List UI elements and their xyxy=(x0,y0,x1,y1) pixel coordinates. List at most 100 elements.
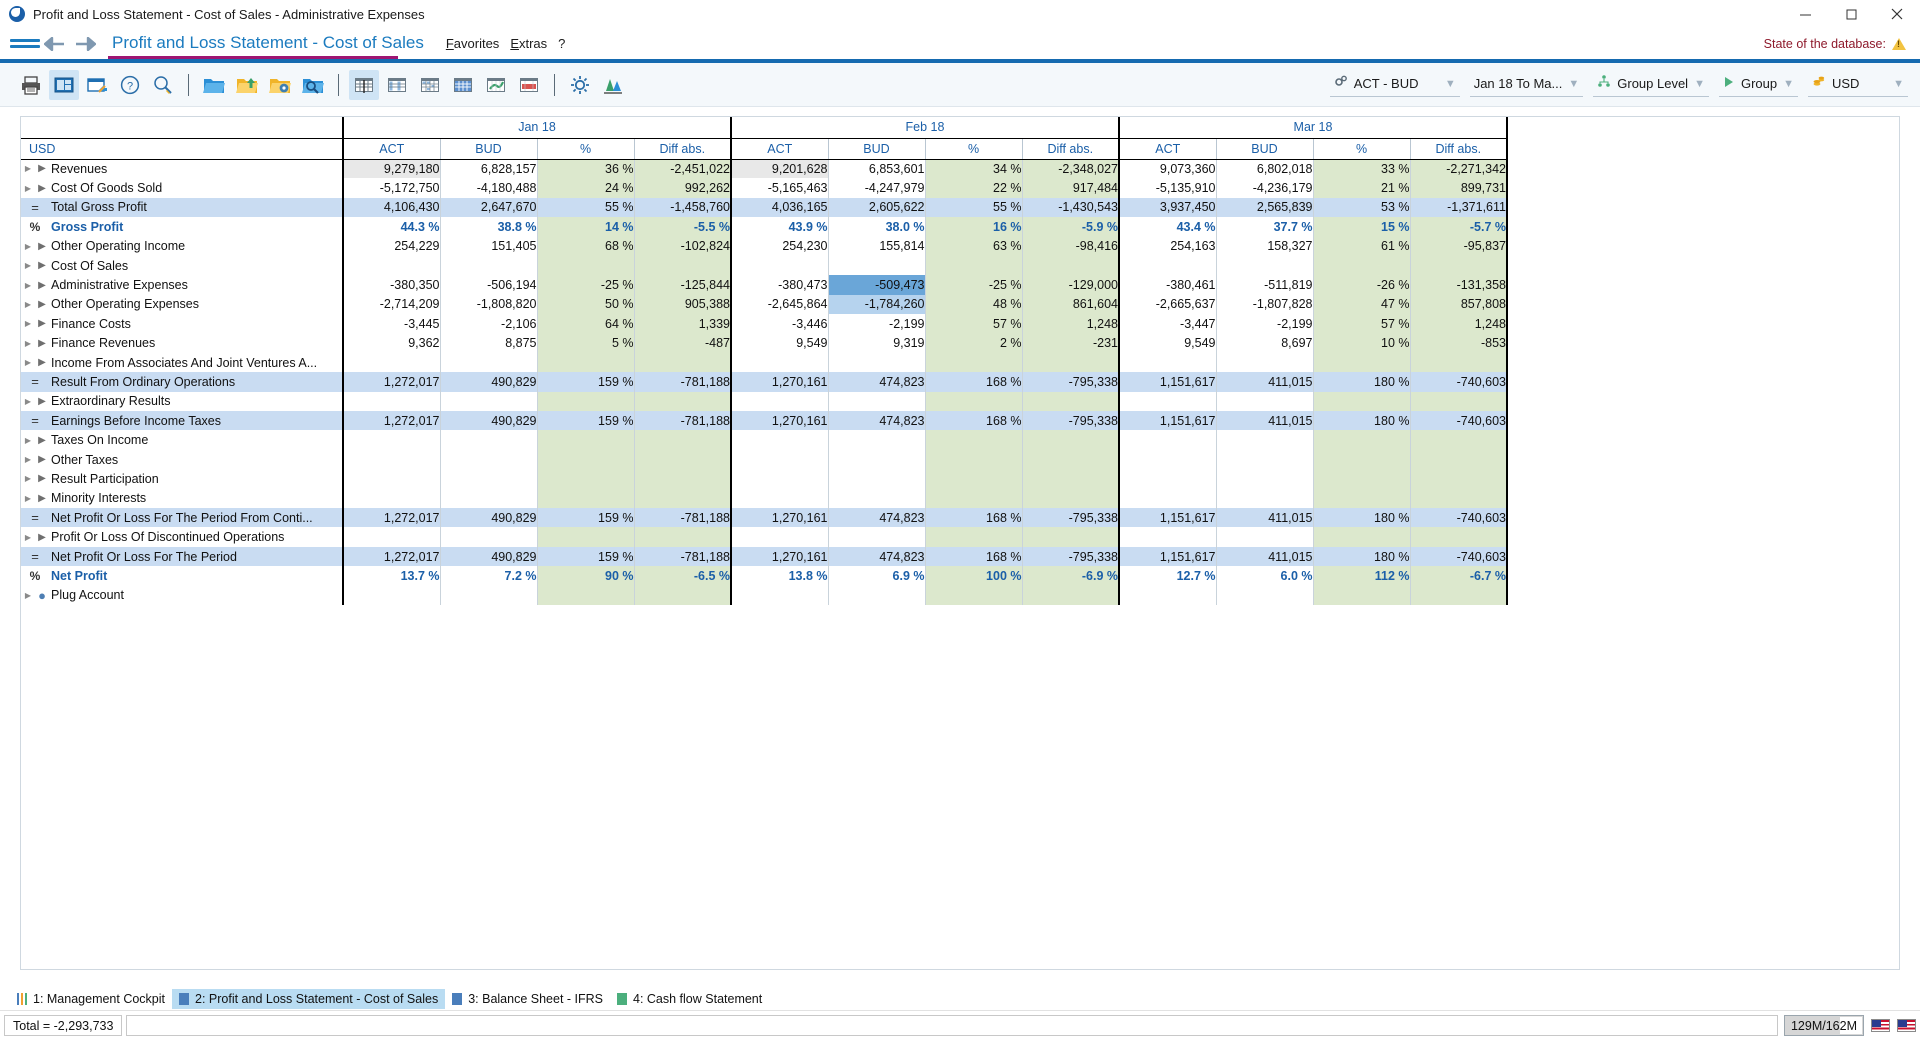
grid-cell[interactable]: 168 % xyxy=(924,546,1022,567)
grid-measure-header[interactable]: % xyxy=(1312,137,1410,160)
grid-cell[interactable]: 899,731 xyxy=(1409,178,1508,198)
expand-small-icon[interactable]: ▶ xyxy=(21,339,35,348)
help-icon[interactable]: ? xyxy=(115,70,145,100)
row-label-cell[interactable]: ▶ ▶ Income From Associates And Joint Ventu… xyxy=(21,352,344,373)
row-label-cell[interactable]: ▶ ▶ Administrative Expenses xyxy=(21,275,344,295)
grid-cell[interactable] xyxy=(1409,585,1508,605)
grid-cell[interactable] xyxy=(439,527,537,547)
grid-cell[interactable]: 38.0 % xyxy=(827,217,925,237)
grid-cell[interactable]: -781,188 xyxy=(633,372,731,392)
grid-cell[interactable] xyxy=(1118,488,1216,509)
grid-cell[interactable] xyxy=(1118,527,1216,547)
grid-measure-header[interactable]: BUD xyxy=(439,137,537,160)
row-label-cell[interactable]: ▶ ▶ Other Operating Income xyxy=(21,236,344,256)
grid-cell[interactable] xyxy=(1118,449,1216,470)
grid-cell[interactable] xyxy=(730,255,828,276)
grid-cell[interactable] xyxy=(1215,585,1313,605)
grid-cell[interactable] xyxy=(536,255,634,276)
maximize-button[interactable] xyxy=(1828,0,1874,28)
table-row[interactable]: % Net Profit 13.7 % 7.2 % 90 % -6.5 % 13.8 % 6.… xyxy=(21,566,1508,586)
grid-measure-header[interactable]: ACT xyxy=(342,137,440,160)
expand-small-icon[interactable]: ▶ xyxy=(21,184,35,193)
grid-cell[interactable]: -740,603 xyxy=(1409,546,1508,567)
row-label-cell[interactable]: = Net Profit Or Loss For The Period From … xyxy=(21,508,344,528)
grid-cell[interactable] xyxy=(342,255,440,276)
grid-cell[interactable]: 7.2 % xyxy=(439,566,537,586)
export-icon[interactable] xyxy=(82,70,112,100)
grid-cell[interactable]: 490,829 xyxy=(439,508,537,528)
grid-cell[interactable] xyxy=(1312,255,1410,276)
grid-cell[interactable]: 1,339 xyxy=(633,314,731,334)
grid-cell[interactable] xyxy=(827,352,925,373)
row-label-cell[interactable]: ▶ ▶ Finance Costs xyxy=(21,314,344,334)
grid-cell[interactable] xyxy=(1021,255,1119,276)
grid-cell[interactable]: -131,358 xyxy=(1409,275,1508,295)
grid-cell[interactable] xyxy=(1312,352,1410,373)
grid-measure-header[interactable]: BUD xyxy=(1215,137,1313,160)
grid-cell[interactable]: 1,151,617 xyxy=(1118,546,1216,567)
grid-cell[interactable] xyxy=(1021,488,1119,509)
grid-cell[interactable]: 861,604 xyxy=(1021,294,1119,315)
grid-cell[interactable] xyxy=(1312,391,1410,412)
grid-cell[interactable]: 14 % xyxy=(536,217,634,237)
print-icon[interactable] xyxy=(16,70,46,100)
grid-cell[interactable] xyxy=(1215,391,1313,412)
grid-cell[interactable] xyxy=(1021,469,1119,489)
grid-cell[interactable]: -380,473 xyxy=(730,275,828,295)
grid-cell[interactable]: 64 % xyxy=(536,314,634,334)
row-label-cell[interactable]: % Net Profit xyxy=(21,566,344,586)
grid-cell[interactable]: -853 xyxy=(1409,333,1508,353)
grid-cell[interactable]: -26 % xyxy=(1312,275,1410,295)
grid-cell[interactable]: 1,270,161 xyxy=(730,411,828,431)
row-label-cell[interactable]: ▶ ▶ Revenues xyxy=(21,159,344,179)
grid-cell[interactable]: 411,015 xyxy=(1215,411,1313,431)
grid-cell[interactable] xyxy=(439,352,537,373)
grid-cell[interactable]: 474,823 xyxy=(827,372,925,392)
grid-cell[interactable] xyxy=(1409,430,1508,450)
grid-cell[interactable] xyxy=(1021,391,1119,412)
grid-cell[interactable] xyxy=(1312,469,1410,489)
grid-cell[interactable]: -3,445 xyxy=(342,314,440,334)
grid-cell[interactable] xyxy=(536,488,634,509)
expand-small-icon[interactable]: ▶ xyxy=(21,261,35,270)
expand-icon[interactable]: ▶ xyxy=(35,532,49,543)
expand-icon[interactable]: ▶ xyxy=(35,396,49,407)
grid-cell[interactable]: -4,236,179 xyxy=(1215,178,1313,198)
grid-cell[interactable]: 6.0 % xyxy=(1215,566,1313,586)
grid-cell[interactable]: 13.8 % xyxy=(730,566,828,586)
grid-cell[interactable] xyxy=(1021,585,1119,605)
grid-cell[interactable] xyxy=(730,430,828,450)
grid-cell[interactable]: 159 % xyxy=(536,546,634,567)
grid-cell[interactable]: -1,430,543 xyxy=(1021,197,1119,218)
grid-cell[interactable]: -1,458,760 xyxy=(633,197,731,218)
grid-cell[interactable]: 22 % xyxy=(924,178,1022,198)
grid-cell[interactable] xyxy=(1215,527,1313,547)
row-label-cell[interactable]: = Result From Ordinary Operations xyxy=(21,372,344,392)
table-row[interactable]: ▶ ▶ Finance Costs -3,445 -2,106 64 % 1,339 -3,4… xyxy=(21,314,1508,334)
table-row[interactable]: ▶ ▶ Administrative Expenses -380,350 -506,19… xyxy=(21,275,1508,295)
grid-measure-header[interactable]: ACT xyxy=(1118,137,1216,160)
grid-cell[interactable]: -2,451,022 xyxy=(633,159,731,179)
grid-measure-header[interactable]: ACT xyxy=(730,137,828,160)
us-flag-icon[interactable] xyxy=(1871,1019,1890,1032)
expand-small-icon[interactable]: ▶ xyxy=(21,164,35,173)
grid-cell[interactable] xyxy=(1215,488,1313,509)
grid-cell[interactable]: 55 % xyxy=(536,197,634,218)
grid-cell[interactable] xyxy=(1312,488,1410,509)
grid-cell[interactable] xyxy=(633,430,731,450)
table-row[interactable]: ▶ ▶ Minority Interests xyxy=(21,488,1508,509)
grid-cell[interactable] xyxy=(1118,255,1216,276)
grid-cell[interactable] xyxy=(1118,469,1216,489)
grid-cell[interactable]: 155,814 xyxy=(827,236,925,256)
grid-cell[interactable]: -740,603 xyxy=(1409,372,1508,392)
grid-cell[interactable] xyxy=(1312,527,1410,547)
expand-small-icon[interactable]: ▶ xyxy=(21,242,35,251)
grid-cell[interactable] xyxy=(730,449,828,470)
grid-cell[interactable]: 112 % xyxy=(1312,566,1410,586)
grid-cell[interactable]: 10 % xyxy=(1312,333,1410,353)
grid-cell[interactable] xyxy=(924,527,1022,547)
row-label-cell[interactable]: ▶ ▶ Other Operating Expenses xyxy=(21,294,344,315)
grid-cell[interactable]: 168 % xyxy=(924,411,1022,431)
grid-cell[interactable]: -4,180,488 xyxy=(439,178,537,198)
table-dense-icon[interactable] xyxy=(448,70,478,100)
